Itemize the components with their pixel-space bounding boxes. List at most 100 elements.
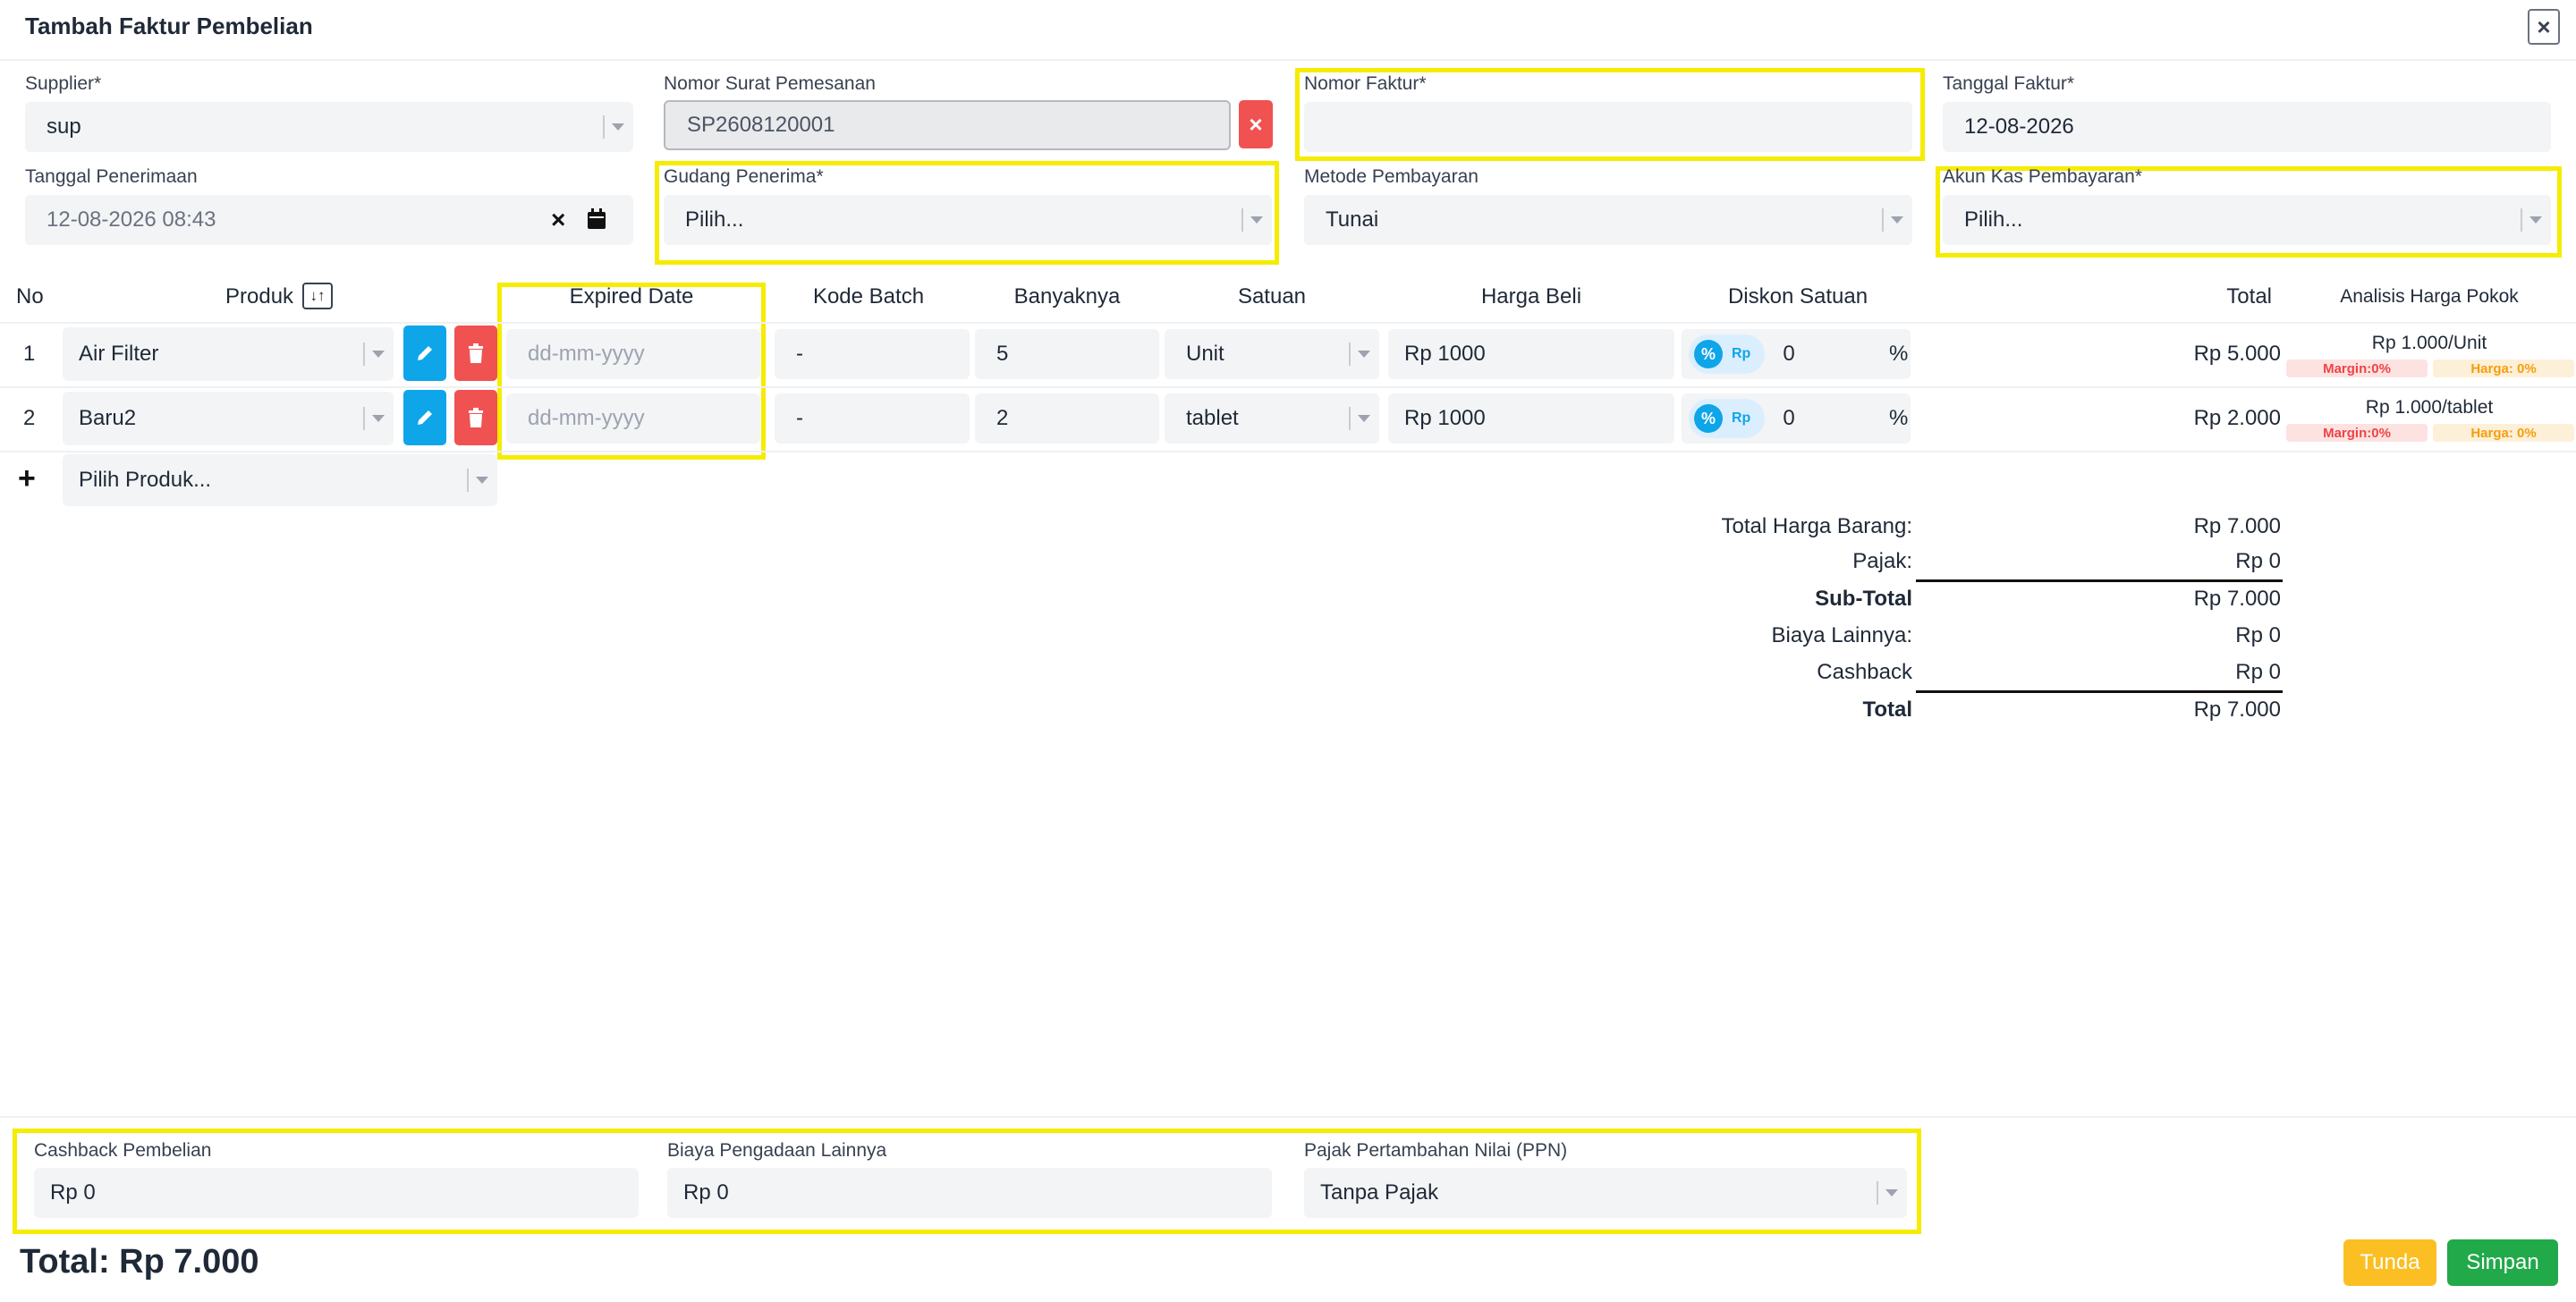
delete-row-button[interactable] [454, 326, 497, 381]
price-value: Rp 1000 [1404, 406, 1486, 430]
summary-value: Rp 7.000 [2193, 514, 2281, 538]
trash-icon [469, 343, 483, 363]
expired-date-placeholder: dd-mm-yyyy [528, 342, 645, 366]
payment-method-label: Metode Pembayaran [1304, 166, 1479, 187]
unit-select[interactable]: Unit [1165, 329, 1379, 379]
price-input[interactable]: Rp 1000 [1388, 329, 1674, 379]
batch-input[interactable]: - [775, 393, 970, 444]
chevron-down-icon [363, 342, 385, 366]
summary-label: Total [1862, 698, 1912, 722]
other-cost-input[interactable]: Rp 0 [667, 1168, 1272, 1218]
modal-title: Tambah Faktur Pembelian [25, 13, 313, 39]
clear-date-icon[interactable]: × [551, 206, 565, 234]
product-select[interactable]: Air Filter [63, 327, 394, 381]
summary-divider [1916, 579, 2283, 582]
warehouse-select[interactable]: Pilih... [664, 195, 1272, 245]
qty-input[interactable]: 5 [975, 329, 1159, 379]
cash-account-select[interactable]: Pilih... [1943, 195, 2551, 245]
summary-value: Rp 0 [2235, 660, 2281, 684]
product-name: Baru2 [79, 406, 137, 430]
row-number: 1 [23, 342, 36, 366]
qty-input[interactable]: 2 [975, 393, 1159, 444]
discount-type-toggle[interactable]: % Rp [1689, 334, 1766, 374]
summary-label: Biaya Lainnya: [1771, 623, 1912, 647]
edit-product-button[interactable] [403, 326, 446, 381]
qty-value: 2 [996, 406, 1009, 430]
add-product-select[interactable]: Pilih Produk... [63, 454, 497, 506]
price-input[interactable]: Rp 1000 [1388, 393, 1674, 444]
receive-date-input[interactable]: 12-08-2026 08:43 [25, 195, 633, 245]
summary-label: Sub-Total [1815, 587, 1912, 611]
delete-row-button[interactable] [454, 390, 497, 445]
chevron-down-icon [603, 115, 624, 139]
product-name: Air Filter [79, 342, 159, 366]
grand-total: Total: Rp 7.000 [20, 1243, 259, 1281]
payment-method-value: Tunai [1326, 207, 1379, 232]
chevron-down-icon [1241, 208, 1263, 232]
col-qty: Banyaknya [1013, 284, 1121, 309]
expired-date-input[interactable]: dd-mm-yyyy [506, 393, 760, 444]
summary-label: Pajak: [1852, 549, 1912, 573]
discount-value[interactable]: 0 [1783, 406, 1794, 431]
unit-value: Unit [1186, 342, 1224, 366]
col-no: No [16, 284, 44, 309]
ppn-select[interactable]: Tanpa Pajak [1304, 1168, 1907, 1218]
cashback-value: Rp 0 [50, 1180, 96, 1205]
unit-select[interactable]: tablet [1165, 393, 1379, 444]
invoice-no-input[interactable] [1304, 102, 1912, 152]
col-unit: Satuan [1237, 284, 1307, 309]
calendar-icon[interactable] [587, 208, 606, 234]
order-no-label: Nomor Surat Pemesanan [664, 73, 876, 94]
discount-unit: % [1889, 342, 1909, 366]
batch-value: - [796, 406, 803, 430]
col-batch: Kode Batch [812, 284, 925, 309]
rupiah-option[interactable]: Rp [1732, 410, 1750, 427]
col-analysis: Analisis Harga Pokok [2340, 286, 2519, 307]
clear-order-button[interactable]: × [1239, 100, 1273, 148]
col-discount: Diskon Satuan [1727, 284, 1868, 309]
chevron-down-icon [1349, 342, 1370, 366]
expired-date-placeholder: dd-mm-yyyy [528, 406, 645, 430]
pending-button[interactable]: Tunda [2343, 1239, 2436, 1286]
percent-option[interactable]: % [1694, 404, 1723, 433]
header-divider [0, 59, 2576, 61]
receive-date-label: Tanggal Penerimaan [25, 166, 198, 187]
payment-method-select[interactable]: Tunai [1304, 195, 1912, 245]
edit-product-button[interactable] [403, 390, 446, 445]
product-select[interactable]: Baru2 [63, 392, 394, 445]
invoice-date-input[interactable]: 12-08-2026 [1943, 102, 2551, 152]
table-header-divider [0, 322, 2576, 324]
expired-date-input[interactable]: dd-mm-yyyy [506, 329, 760, 379]
trash-icon [469, 408, 483, 427]
discount-value[interactable]: 0 [1783, 342, 1794, 367]
invoice-date-label: Tanggal Faktur* [1943, 73, 2075, 94]
cashback-input[interactable]: Rp 0 [34, 1168, 639, 1218]
price-value: Rp 1000 [1404, 342, 1486, 366]
plus-icon[interactable]: + [18, 461, 36, 496]
col-expired: Expired Date [569, 284, 694, 309]
supplier-select[interactable]: sup [25, 102, 633, 152]
rupiah-option[interactable]: Rp [1732, 346, 1750, 362]
col-product: Produk [225, 284, 294, 309]
margin-badge: Margin:0% [2286, 359, 2428, 377]
sort-icon[interactable]: ↓↑ [302, 283, 333, 309]
warehouse-placeholder: Pilih... [685, 207, 744, 232]
clear-icon: × [1249, 110, 1263, 138]
row-total: Rp 5.000 [2193, 342, 2281, 366]
save-button[interactable]: Simpan [2447, 1239, 2558, 1286]
row-divider [0, 386, 2576, 388]
unit-value: tablet [1186, 406, 1239, 430]
supplier-value: sup [47, 114, 81, 139]
summary-divider [1916, 690, 2283, 693]
chevron-down-icon [1882, 208, 1903, 232]
discount-type-toggle[interactable]: % Rp [1689, 399, 1766, 438]
receive-date-value: 12-08-2026 08:43 [47, 207, 216, 232]
chevron-down-icon [1877, 1181, 1898, 1205]
percent-option[interactable]: % [1694, 340, 1723, 368]
batch-input[interactable]: - [775, 329, 970, 379]
summary-value: Rp 7.000 [2193, 587, 2281, 611]
row-divider [0, 451, 2576, 452]
summary-label: Cashback [1817, 660, 1912, 684]
close-button[interactable]: × [2528, 9, 2560, 45]
edit-icon [418, 410, 432, 425]
